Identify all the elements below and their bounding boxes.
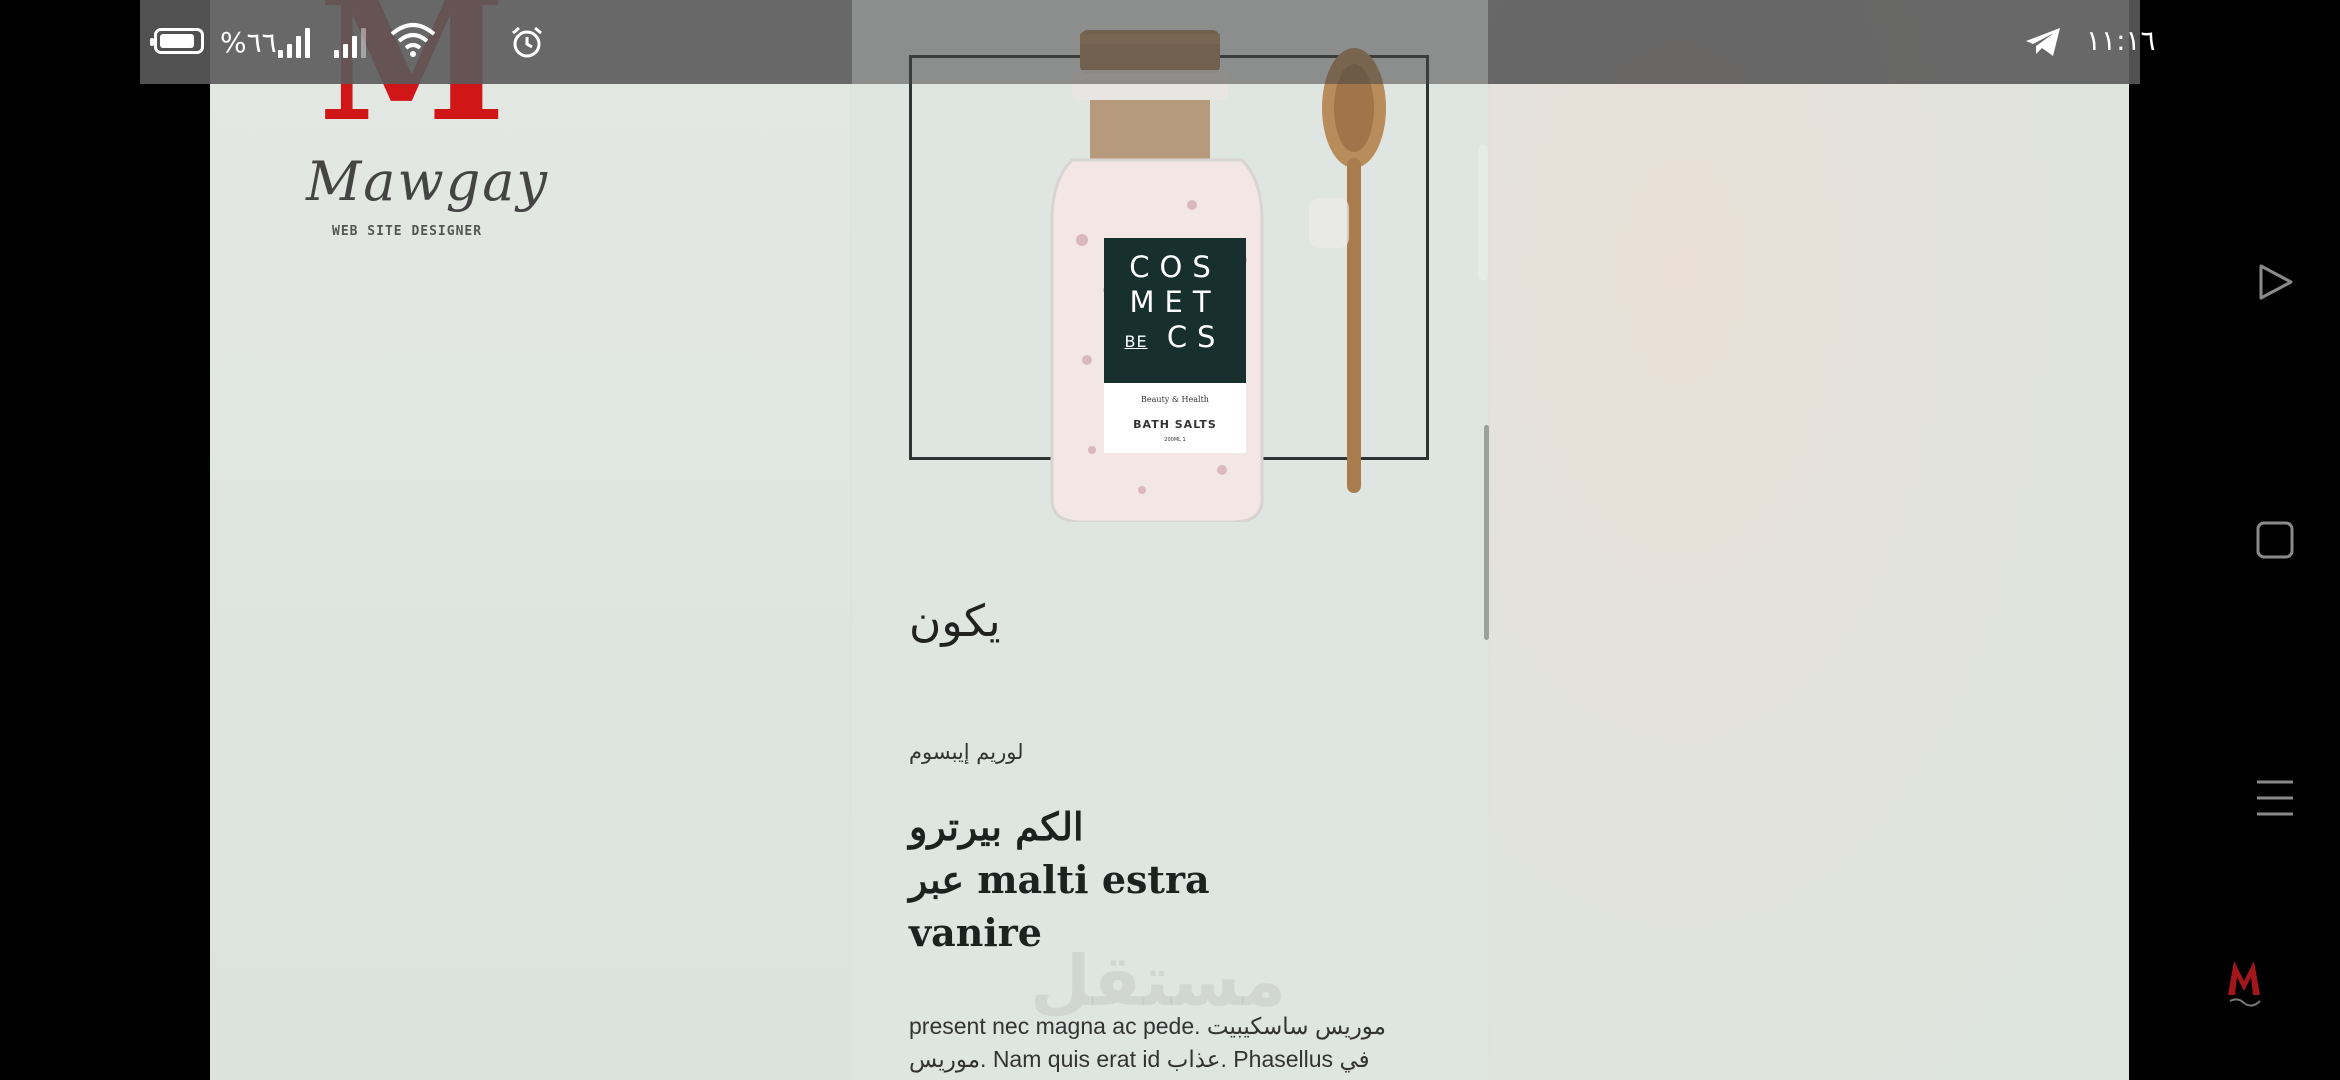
- status-bar-bg-mid: [852, 0, 1488, 84]
- body-line-2: موريس. Nam quis erat id عذاب. Phasellus …: [909, 1046, 1370, 1072]
- title-line-2: عبر malti estra: [909, 857, 1210, 902]
- body-line-1: present nec magna ac pede. موريس ساسكيبي…: [909, 1013, 1387, 1039]
- signal-icon-2: [334, 24, 366, 58]
- title-line-1: الكم بيرترو: [909, 804, 1084, 849]
- clock: ١١:١٦: [2086, 24, 2156, 57]
- battery-percent: %٦٦: [220, 26, 277, 59]
- play-icon[interactable]: [2255, 262, 2295, 302]
- wooden-spoon-image: [1309, 48, 1386, 493]
- menu-icon[interactable]: [2255, 778, 2295, 818]
- logo-script: Mawgay: [306, 150, 549, 213]
- label-text-met: MET: [1129, 285, 1221, 319]
- alarm-icon: [512, 26, 542, 58]
- eyebrow-text: لوريم إيبسوم: [909, 740, 1024, 764]
- scrollbar-thumb[interactable]: [1484, 425, 1489, 640]
- body-paragraph: present nec magna ac pede. موريس ساسكيبي…: [909, 1010, 1469, 1076]
- label-weight: 200ML 1: [1164, 437, 1186, 443]
- blurred-background-right: [1490, 0, 2129, 1080]
- label-text-be: BE: [1124, 332, 1148, 351]
- scroll-track: [1478, 145, 1488, 280]
- logo-subtitle: WEB SITE DESIGNER: [332, 224, 483, 239]
- label-text-cs: CS: [1166, 320, 1226, 354]
- video-frame: M Mawgay WEB SITE DESIGNER COS MET: [210, 0, 2129, 1080]
- signal-icon: [278, 24, 310, 58]
- recent-apps-icon[interactable]: [2255, 520, 2295, 560]
- telegram-icon: [2026, 28, 2060, 56]
- battery-icon: [150, 28, 204, 54]
- label-product-name: BATH SALTS: [1133, 418, 1217, 431]
- section-title: الكم بيرترو عبر malti estra vanire: [909, 800, 1369, 959]
- status-bar: %٦٦ ١١:١٦: [0, 0, 2340, 84]
- label-small-text: Beauty & Health: [1141, 395, 1209, 404]
- label-text-cos: COS: [1129, 250, 1221, 284]
- wifi-icon: [390, 23, 436, 57]
- floating-logo-icon[interactable]: [2224, 955, 2264, 1013]
- section-heading: يكون: [909, 596, 1001, 647]
- website-preview: COS MET BE CS Beauty & Health BATH SALTS…: [852, 0, 1489, 1080]
